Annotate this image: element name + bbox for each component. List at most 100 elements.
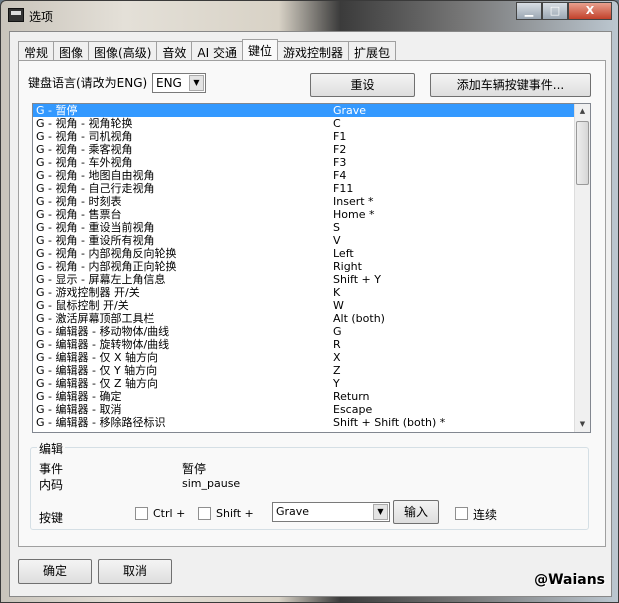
list-item[interactable]: G - 编辑器 - 移除路径标识 Shift + Shift (both) *: [33, 416, 590, 429]
tab-panel-keys: 键盘语言(请改为ENG) ENG ▼ 重设 添加车辆按键事件... G - 暂停 G…: [18, 60, 606, 547]
list-item[interactable]: G - 编辑器 - 仅 Y 轴方向 Z: [33, 364, 590, 377]
scroll-up-icon[interactable]: ▲: [575, 104, 590, 119]
binding-name: G - 游戏控制器 开/关: [36, 286, 140, 299]
ctrl-checkbox[interactable]: [135, 507, 148, 520]
edit-group-title: 编辑: [37, 440, 66, 457]
shift-checkbox[interactable]: [198, 507, 211, 520]
binding-key: F3: [333, 156, 347, 169]
list-item[interactable]: G - 视角 - 车外视角 F3: [33, 156, 590, 169]
list-item[interactable]: G - 视角 - 时刻表 Insert *: [33, 195, 590, 208]
ok-button[interactable]: 确定: [18, 559, 92, 584]
minimize-button[interactable]: ▁: [516, 2, 542, 20]
binding-name: G - 编辑器 - 仅 Y 轴方向: [36, 364, 158, 377]
tab-7[interactable]: 扩展包: [348, 41, 397, 60]
binding-key: V: [333, 234, 341, 247]
list-item[interactable]: G - 暂停 Grave: [33, 104, 590, 117]
list-item[interactable]: G - 视角 - 自己行走视角 F11: [33, 182, 590, 195]
repeat-label: 连续: [473, 508, 498, 522]
keyboard-language-value: ENG: [156, 76, 182, 90]
keyboard-language-label: 键盘语言(请改为ENG): [28, 76, 148, 90]
tab-2[interactable]: 图像(高级): [88, 41, 158, 60]
list-item[interactable]: G - 编辑器 - 取消 Escape: [33, 403, 590, 416]
list-item[interactable]: G - 视角 - 视角轮换 C: [33, 117, 590, 130]
binding-name: G - 视角 - 司机视角: [36, 130, 133, 143]
keyboard-language-select[interactable]: ENG ▼: [152, 73, 206, 93]
binding-key: Z: [333, 364, 341, 377]
binding-name: G - 编辑器 - 仅 Z 轴方向: [36, 377, 158, 390]
list-item[interactable]: G - 编辑器 - 移动物体/曲线 G: [33, 325, 590, 338]
binding-key: F11: [333, 182, 354, 195]
scroll-down-icon[interactable]: ▼: [575, 417, 590, 432]
list-scrollbar[interactable]: ▲ ▼: [574, 104, 590, 432]
window-title: 选项: [29, 10, 54, 24]
binding-key: Shift + Y: [333, 273, 381, 286]
binding-key: Right: [333, 260, 362, 273]
key-bindings-list[interactable]: G - 暂停 Grave G - 视角 - 视角轮换 C G - 视角 - 司机视角 F1…: [32, 103, 591, 433]
list-item[interactable]: G - 编辑器 - 确定 Return: [33, 390, 590, 403]
binding-name: G - 编辑器 - 仅 X 轴方向: [36, 351, 158, 364]
list-item[interactable]: G - 视角 - 重设当前视角 S: [33, 221, 590, 234]
list-item[interactable]: G - 游戏控制器 开/关 K: [33, 286, 590, 299]
list-item[interactable]: G - 视角 - 司机视角 F1: [33, 130, 590, 143]
reset-button[interactable]: 重设: [310, 73, 415, 97]
tab-6[interactable]: 游戏控制器: [277, 41, 350, 60]
tab-5[interactable]: 键位: [242, 39, 279, 60]
list-item[interactable]: G - 编辑器 - 旋转物体/曲线 R: [33, 338, 590, 351]
maximize-button[interactable]: □: [542, 2, 568, 20]
scroll-thumb[interactable]: [576, 121, 589, 185]
repeat-checkbox[interactable]: [455, 507, 468, 520]
key-label: 按键: [39, 511, 64, 525]
add-vehicle-key-event-button[interactable]: 添加车辆按键事件...: [430, 73, 591, 97]
options-window: 选项 ▁ □ X 常规 图像 图像(高级) 音效 AI 交通 键位 游戏控制器 扩展包 键盘语…: [0, 0, 619, 603]
binding-key: K: [333, 286, 341, 299]
binding-key: Return: [333, 390, 370, 403]
tab-0[interactable]: 常规: [18, 41, 55, 60]
list-item[interactable]: G - 鼠标控制 开/关 W: [33, 299, 590, 312]
list-item[interactable]: G - 编辑器 - 仅 X 轴方向 X: [33, 351, 590, 364]
binding-key: F1: [333, 130, 347, 143]
list-item[interactable]: G - 视角 - 内部视角正向轮换 Right: [33, 260, 590, 273]
close-button[interactable]: X: [568, 2, 612, 20]
binding-key: W: [333, 299, 344, 312]
binding-key: Escape: [333, 403, 373, 416]
list-item[interactable]: G - 显示 - 屏幕左上角信息 Shift + Y: [33, 273, 590, 286]
binding-key: X: [333, 351, 341, 364]
binding-key: Alt (both): [333, 312, 385, 325]
tab-1[interactable]: 图像: [53, 41, 90, 60]
binding-name: G - 视角 - 自己行走视角: [36, 182, 155, 195]
code-label: 内码: [39, 478, 64, 492]
list-item[interactable]: G - 视角 - 乘客视角 F2: [33, 143, 590, 156]
list-item[interactable]: G - 视角 - 内部视角反向轮换 Left: [33, 247, 590, 260]
binding-name: G - 视角 - 重设当前视角: [36, 221, 155, 234]
binding-name: G - 视角 - 重设所有视角: [36, 234, 155, 247]
binding-name: G - 视角 - 地图自由视角: [36, 169, 155, 182]
list-item[interactable]: G - 激活屏幕顶部工具栏 Alt (both): [33, 312, 590, 325]
app-icon: [8, 8, 24, 22]
binding-name: G - 视角 - 售票台: [36, 208, 122, 221]
list-item[interactable]: G - 视角 - 重设所有视角 V: [33, 234, 590, 247]
binding-key: S: [333, 221, 340, 234]
watermark: @Waians: [534, 572, 605, 588]
input-button[interactable]: 输入: [393, 500, 439, 524]
binding-name: G - 视角 - 内部视角正向轮换: [36, 260, 177, 273]
ctrl-label: Ctrl +: [153, 507, 186, 520]
binding-key: F4: [333, 169, 347, 182]
cancel-button[interactable]: 取消: [98, 559, 172, 584]
binding-name: G - 视角 - 时刻表: [36, 195, 122, 208]
binding-key: F2: [333, 143, 347, 156]
key-select[interactable]: Grave ▼: [272, 502, 390, 522]
binding-name: G - 暂停: [36, 104, 78, 117]
shift-label: Shift +: [216, 507, 254, 520]
binding-name: G - 编辑器 - 确定: [36, 390, 122, 403]
list-item[interactable]: G - 视角 - 地图自由视角 F4: [33, 169, 590, 182]
list-item[interactable]: G - 编辑器 - 仅 Z 轴方向 Y: [33, 377, 590, 390]
binding-key: Shift + Shift (both) *: [333, 416, 446, 429]
tab-3[interactable]: 音效: [156, 41, 193, 60]
event-label: 事件: [39, 462, 64, 476]
binding-key: Grave: [333, 104, 367, 117]
tab-bar: 常规 图像 图像(高级) 音效 AI 交通 键位 游戏控制器 扩展包: [18, 39, 397, 60]
binding-name: G - 编辑器 - 取消: [36, 403, 122, 416]
list-item[interactable]: G - 视角 - 售票台 Home *: [33, 208, 590, 221]
key-select-value: Grave: [276, 505, 310, 518]
tab-4[interactable]: AI 交通: [191, 41, 243, 60]
